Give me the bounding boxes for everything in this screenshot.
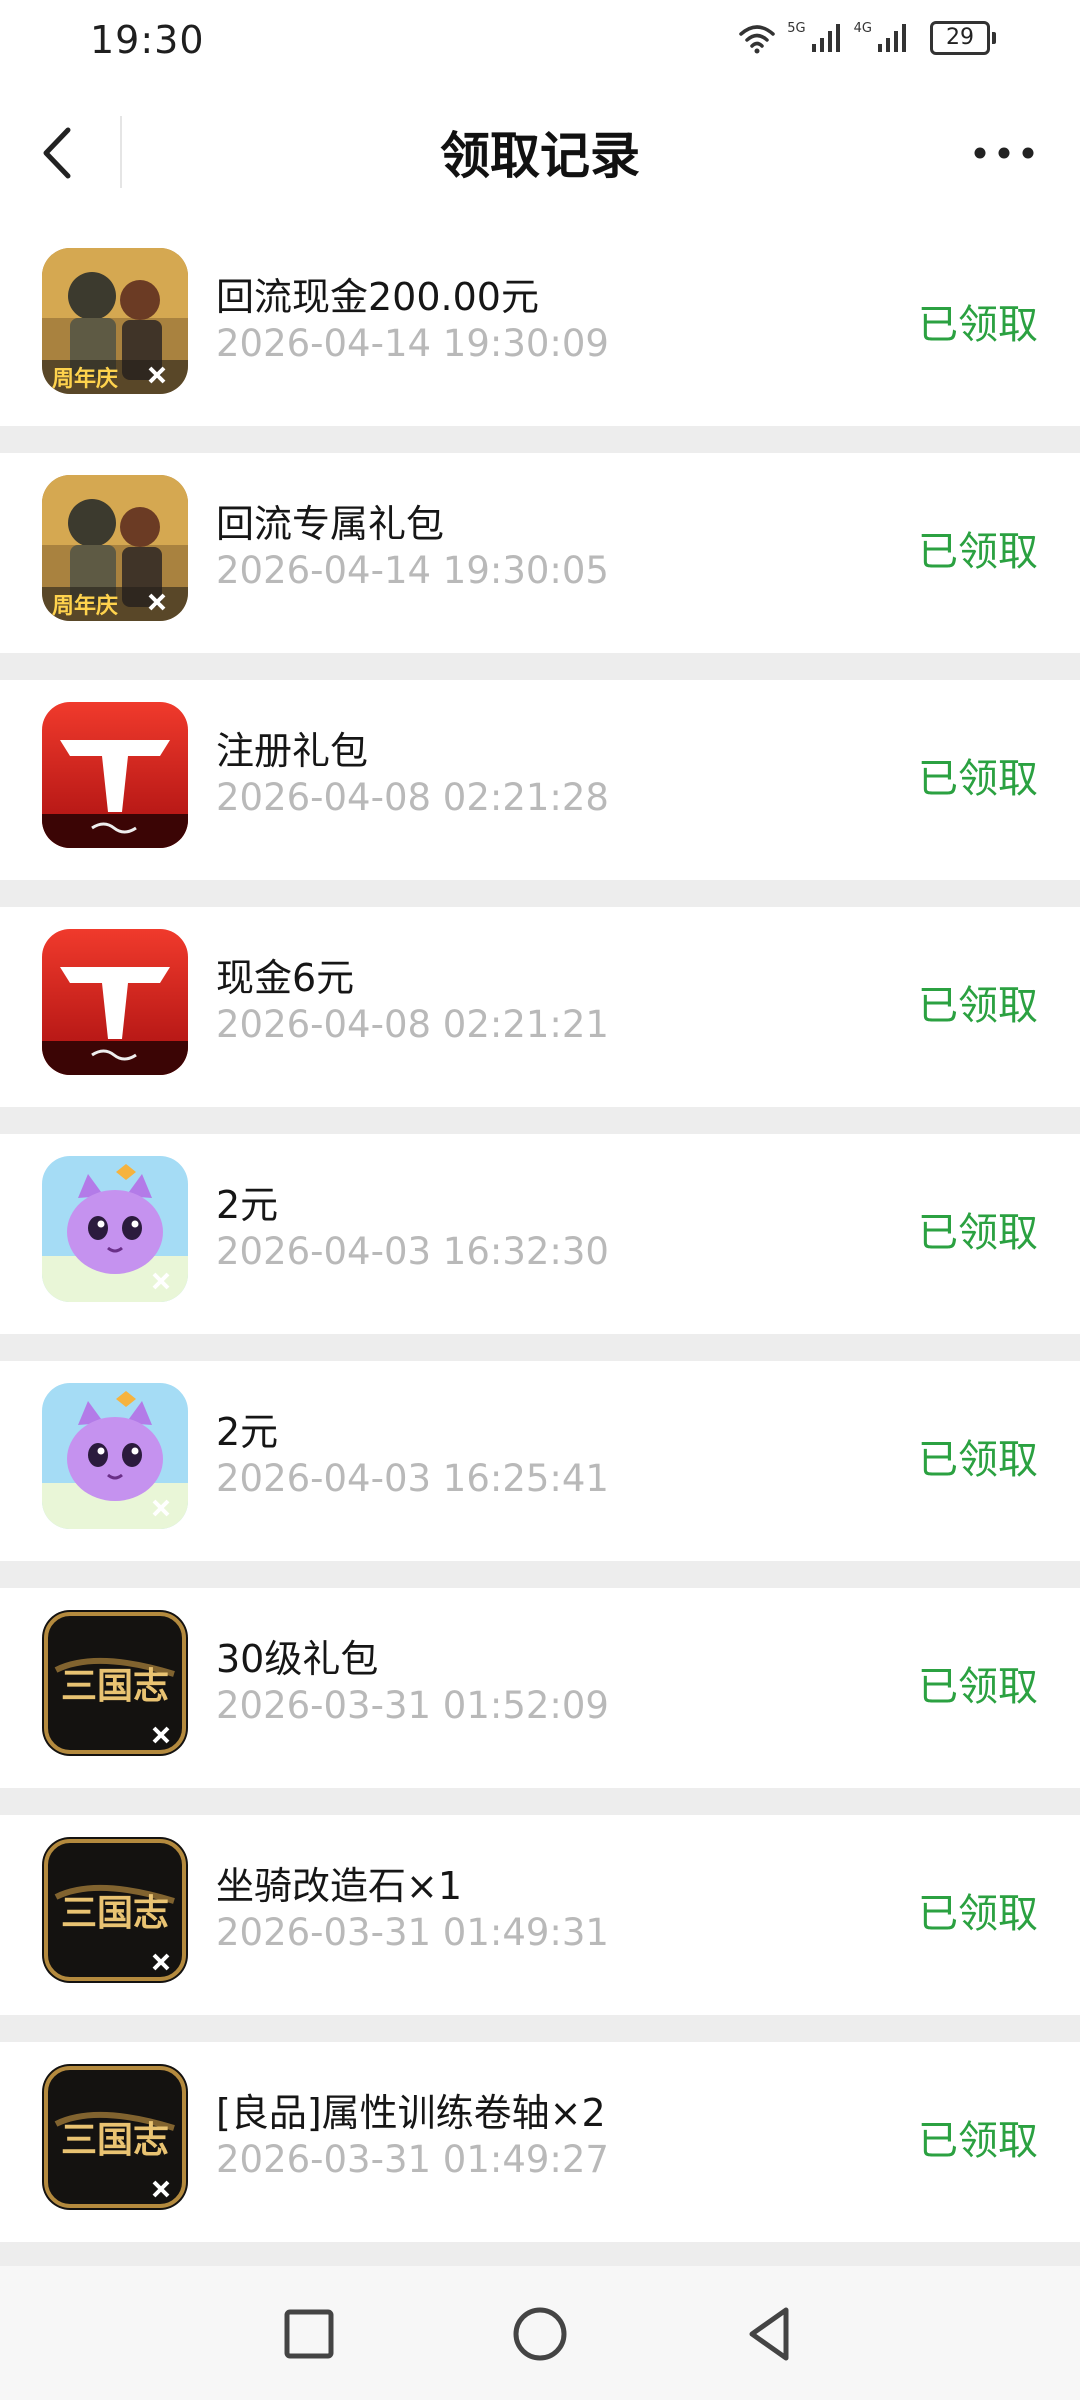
back-triangle-icon[interactable] [732,2296,808,2372]
icon-caption: 周年庆 [52,593,118,619]
sanguozhi-game-icon: 三国志 [42,1610,188,1756]
page-title: 领取记录 [440,127,640,185]
record-title: 2元 [216,1183,279,1227]
status-label: 已领取 [918,1664,1038,1710]
recent-apps-square-icon[interactable] [271,2296,347,2372]
screen: 19:30 5G 4G 29 领取记录 周年庆 回流现金200.00元 2026… [0,0,1080,2400]
pubg-anniversary-icon: 周年庆 [42,475,188,621]
red-tf-game-icon [42,929,188,1075]
purple-cat-game-icon [42,1383,188,1529]
record-time: 2026-04-14 19:30:09 [216,322,609,365]
record-time: 2026-04-08 02:21:21 [216,1003,609,1046]
record-row[interactable]: 周年庆 回流专属礼包 2026-04-14 19:30:05 已领取 [0,453,1080,653]
status-label: 已领取 [918,529,1038,575]
record-row[interactable]: 现金6元 2026-04-08 02:21:21 已领取 [0,907,1080,1107]
record-time: 2026-04-14 19:30:05 [216,549,609,592]
wifi-icon [739,25,776,54]
record-title: [良品]属性训练卷轴×2 [216,2091,606,2135]
record-row[interactable]: 三国志 30级礼包 2026-03-31 01:52:09 已领取 [0,1588,1080,1788]
record-title: 30级礼包 [216,1637,379,1681]
record-title: 2元 [216,1410,279,1454]
icon-caption: 三国志 [61,1892,169,1934]
record-row[interactable]: 注册礼包 2026-04-08 02:21:28 已领取 [0,680,1080,880]
icon-caption: 三国志 [61,2119,169,2161]
battery-indicator: 29 [930,21,996,55]
system-nav-bar [0,2266,1080,2400]
status-label: 已领取 [918,1437,1038,1483]
sanguozhi-game-icon: 三国志 [42,2064,188,2210]
status-icons: 5G 4G 29 [737,18,996,58]
record-row[interactable]: 2元 2026-04-03 16:32:30 已领取 [0,1134,1080,1334]
pubg-anniversary-icon: 周年庆 [42,248,188,394]
record-title: 现金6元 [216,956,355,1000]
record-title: 回流专属礼包 [216,502,445,546]
status-label: 已领取 [918,756,1038,802]
record-list: 周年庆 回流现金200.00元 2026-04-14 19:30:09 已领取 [0,226,1080,2269]
record-row[interactable]: 2元 2026-04-03 16:25:41 已领取 [0,1361,1080,1561]
home-circle-icon[interactable] [502,2296,578,2372]
status-label: 已领取 [918,1210,1038,1256]
status-label: 已领取 [918,302,1038,348]
status-label: 已领取 [918,983,1038,1029]
signal-bars-icon-2 [878,24,906,52]
record-time: 2026-04-03 16:32:30 [216,1230,609,1273]
record-time: 2026-03-31 01:52:09 [216,1684,609,1727]
record-time: 2026-03-31 01:49:31 [216,1911,609,1954]
red-tf-game-icon [42,702,188,848]
record-title: 注册礼包 [216,729,369,773]
status-label: 已领取 [918,2118,1038,2164]
sanguozhi-game-icon: 三国志 [42,1837,188,1983]
record-title: 回流现金200.00元 [216,275,539,319]
network-type-label: 5G [787,20,806,36]
record-title: 坐骑改造石×1 [216,1864,463,1908]
record-time: 2026-04-08 02:21:28 [216,776,609,819]
status-time: 19:30 [90,18,205,62]
status-label: 已领取 [918,1891,1038,1937]
signal-bars-icon [811,24,840,52]
purple-cat-game-icon [42,1156,188,1302]
record-row[interactable]: 三国志 [良品]属性训练卷轴×2 2026-03-31 01:49:27 已领取 [0,2042,1080,2242]
record-row[interactable]: 三国志 坐骑改造石×1 2026-03-31 01:49:31 已领取 [0,1815,1080,2015]
icon-caption: 周年庆 [52,366,118,392]
more-options-icon[interactable] [968,130,1040,176]
icon-caption: 三国志 [61,1665,169,1707]
nav-bar: 领取记录 [0,78,1080,226]
record-time: 2026-03-31 01:49:27 [216,2138,609,2181]
record-time: 2026-04-03 16:25:41 [216,1457,609,1500]
network-type-label-2: 4G [853,20,872,36]
record-row[interactable]: 周年庆 回流现金200.00元 2026-04-14 19:30:09 已领取 [0,226,1080,426]
status-bar: 19:30 5G 4G 29 [0,0,1080,78]
